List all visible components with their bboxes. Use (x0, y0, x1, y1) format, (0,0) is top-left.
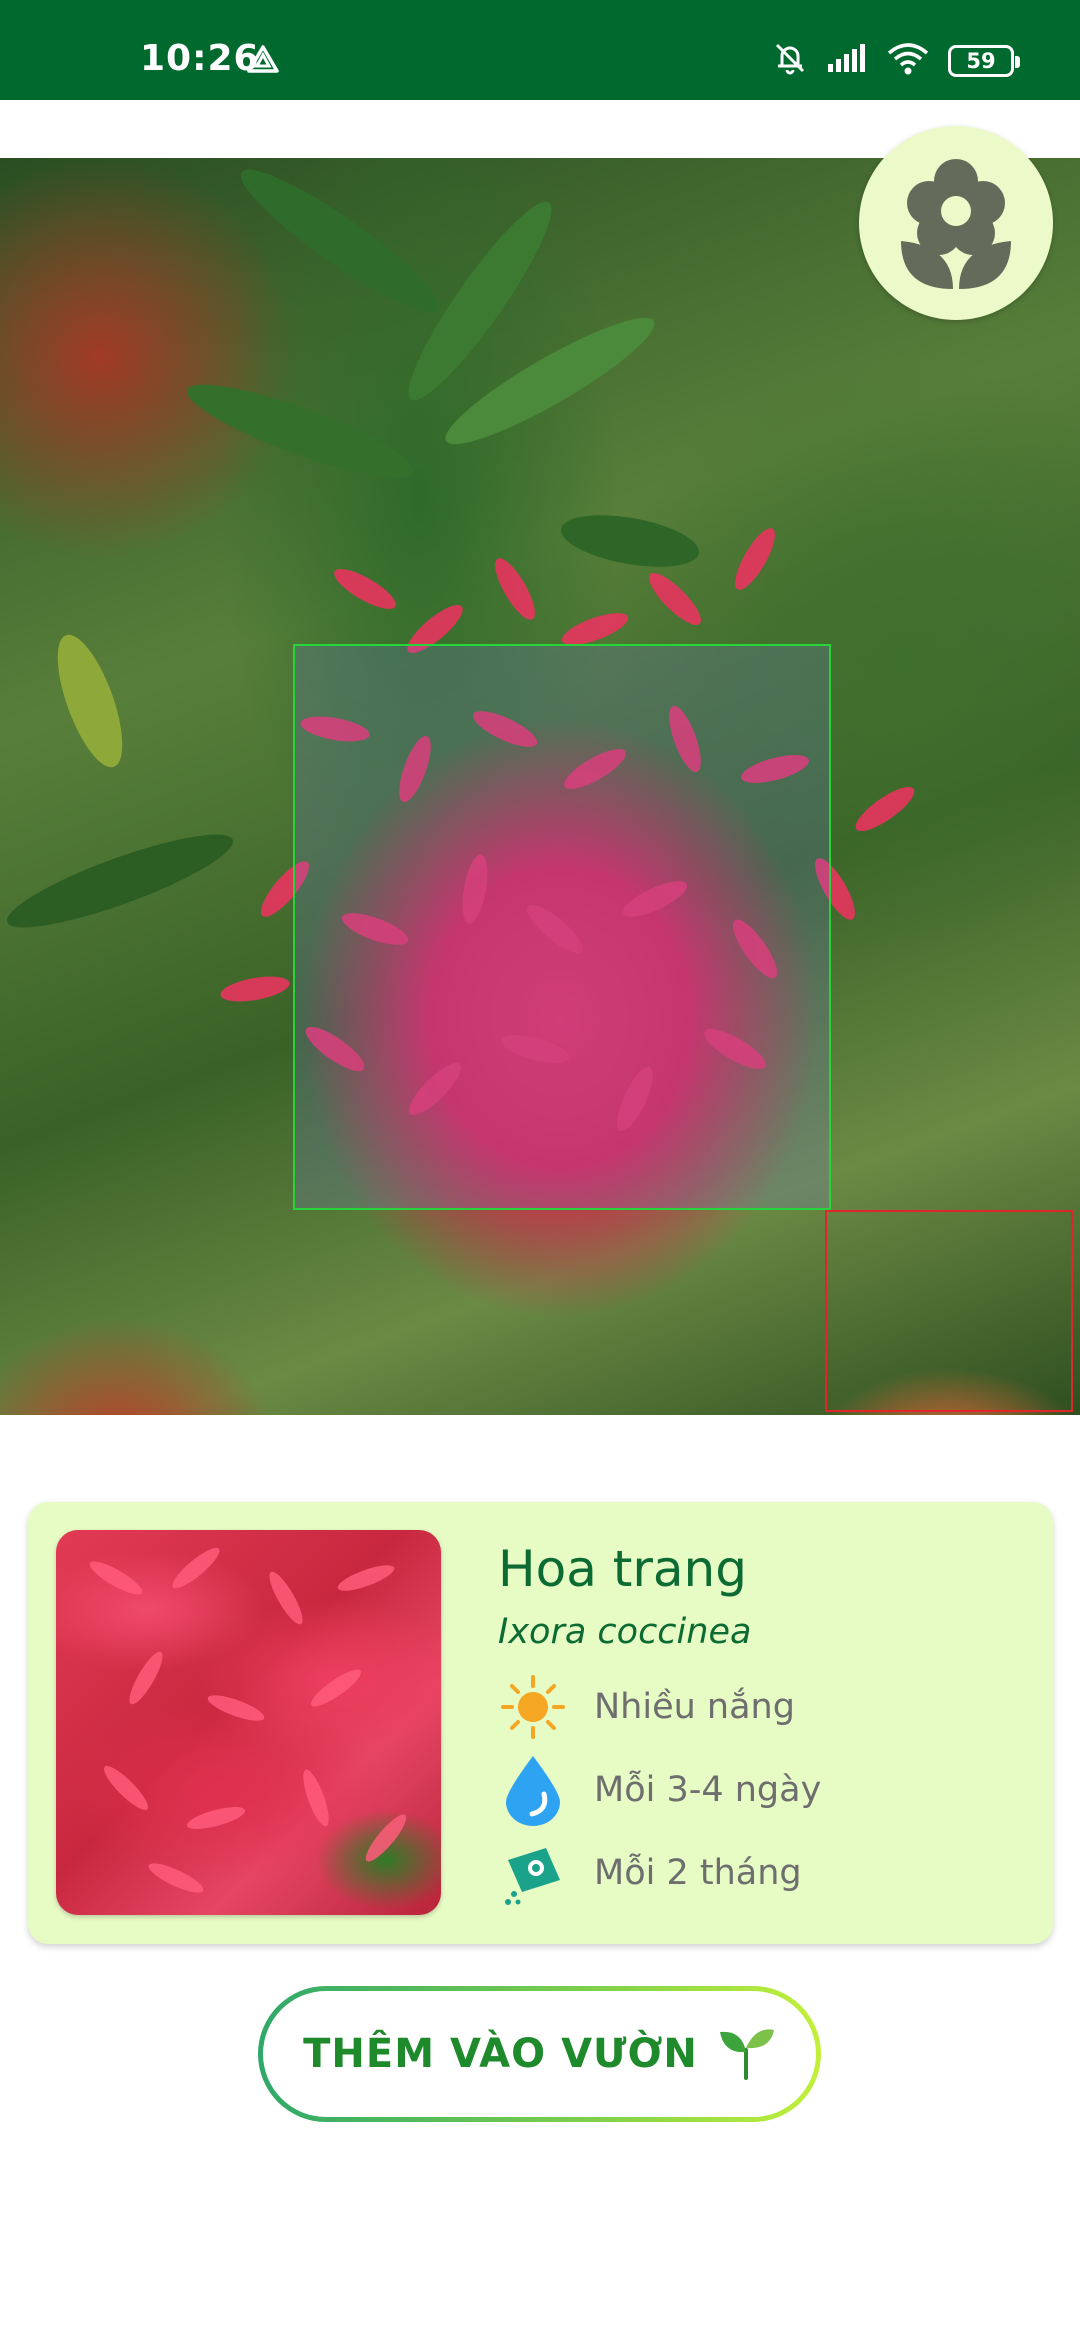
add-to-garden-label: THÊM VÀO VƯỜN (303, 2031, 698, 2077)
sun-icon (498, 1672, 568, 1742)
care-sunlight-text: Nhiều nắng (594, 1687, 795, 1727)
plant-photo[interactable] (0, 158, 1080, 1415)
plant-scientific-name: Ixora coccinea (498, 1612, 752, 1652)
plant-info-card[interactable]: Hoa trang Ixora coccinea Nhiều nắng Mỗi … (28, 1502, 1053, 1944)
add-to-garden-button[interactable]: THÊM VÀO VƯỜN (258, 1986, 821, 2122)
battery-level: 59 (966, 48, 996, 73)
detection-box-secondary[interactable] (825, 1210, 1073, 1412)
battery-indicator: 59 (948, 44, 1020, 77)
status-bar: 10:26 59 (0, 0, 1080, 100)
flower-icon (891, 151, 1021, 296)
care-watering: Mỗi 3-4 ngày (498, 1755, 822, 1826)
detection-box-primary[interactable] (293, 644, 831, 1210)
water-drop-icon (498, 1755, 568, 1826)
bell-muted-icon (772, 40, 808, 81)
wifi-icon (886, 41, 930, 80)
alert-triangle-icon (246, 44, 280, 79)
care-watering-text: Mỗi 3-4 ngày (594, 1770, 822, 1810)
care-fertilizing-text: Mỗi 2 tháng (594, 1853, 802, 1893)
care-fertilizing: Mỗi 2 tháng (498, 1838, 802, 1908)
signal-icon (826, 42, 868, 79)
status-time: 10:26 (140, 38, 260, 79)
flower-identify-button[interactable] (859, 126, 1053, 320)
care-sunlight: Nhiều nắng (498, 1672, 795, 1742)
plant-common-name: Hoa trang (498, 1540, 747, 1598)
plant-thumbnail (56, 1530, 441, 1915)
fertilizer-icon (498, 1838, 568, 1908)
sprout-icon (716, 2024, 776, 2085)
